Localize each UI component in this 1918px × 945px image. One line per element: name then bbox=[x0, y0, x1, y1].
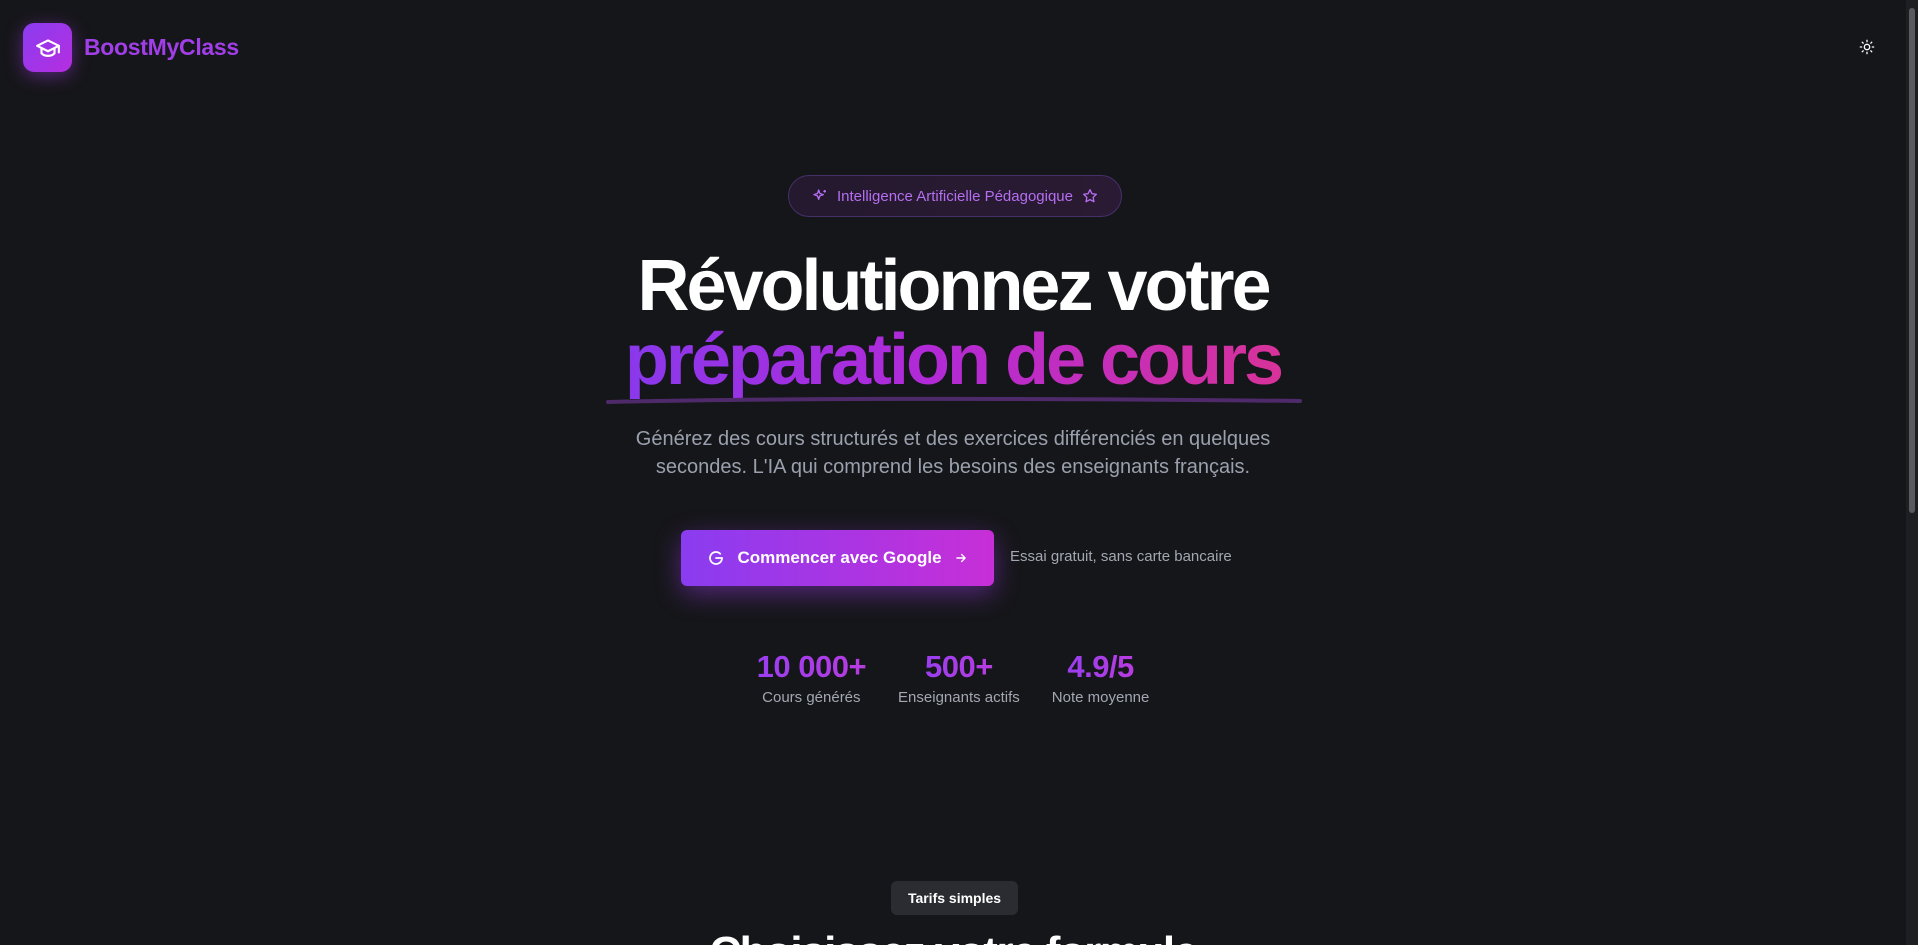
google-g-icon bbox=[709, 551, 724, 565]
cta-note: Essai gratuit, sans carte bancaire bbox=[1010, 548, 1232, 565]
sun-icon bbox=[1859, 39, 1875, 55]
pricing-title: Choisissez votre formule bbox=[0, 928, 1906, 945]
arrow-right-icon bbox=[955, 553, 966, 563]
badge-label: Intelligence Artificielle Pédagogique bbox=[837, 187, 1073, 205]
brand-logo[interactable]: BoostMyClass bbox=[23, 23, 239, 72]
brand-name: BoostMyClass bbox=[84, 34, 239, 60]
cta-label: Commencer avec Google bbox=[737, 548, 942, 567]
stat-value: 10 000+ bbox=[757, 647, 867, 687]
star-icon bbox=[1083, 189, 1097, 203]
graduation-cap-icon bbox=[23, 23, 72, 72]
stat-value: 4.9/5 bbox=[1067, 647, 1134, 687]
pricing-pill: Tarifs simples bbox=[891, 881, 1018, 915]
google-signin-button[interactable]: Commencer avec Google bbox=[681, 530, 994, 586]
stat-value: 500+ bbox=[925, 647, 993, 687]
stat-label: Enseignants actifs bbox=[898, 689, 1020, 706]
headline-line-1: Révolutionnez votre bbox=[637, 246, 1271, 326]
stat-courses: 10 000+ Cours générés bbox=[757, 647, 867, 706]
landing-page: BoostMyClass Intelligence Artificielle P… bbox=[0, 0, 1918, 945]
hero-subtitle: Générez des cours structurés et des exer… bbox=[635, 428, 1271, 478]
stat-rating: 4.9/5 Note moyenne bbox=[1052, 647, 1150, 706]
stat-teachers: 500+ Enseignants actifs bbox=[898, 647, 1020, 706]
stat-label: Cours générés bbox=[762, 689, 861, 706]
sparkles-icon bbox=[813, 189, 826, 200]
headline-underline bbox=[606, 396, 1302, 404]
stat-label: Note moyenne bbox=[1051, 689, 1150, 706]
scrollbar-thumb[interactable] bbox=[1909, 8, 1915, 513]
headline-highlight: préparation de cours bbox=[624, 320, 1284, 400]
ai-badge: Intelligence Artificielle Pédagogique bbox=[788, 175, 1122, 217]
theme-toggle-button[interactable] bbox=[1853, 33, 1881, 61]
headline-line-2: préparation de cours bbox=[0, 324, 1906, 396]
stats-row: 10 000+ Cours générés 500+ Enseignants a… bbox=[0, 647, 1906, 706]
page-scrollbar[interactable] bbox=[1906, 0, 1918, 945]
